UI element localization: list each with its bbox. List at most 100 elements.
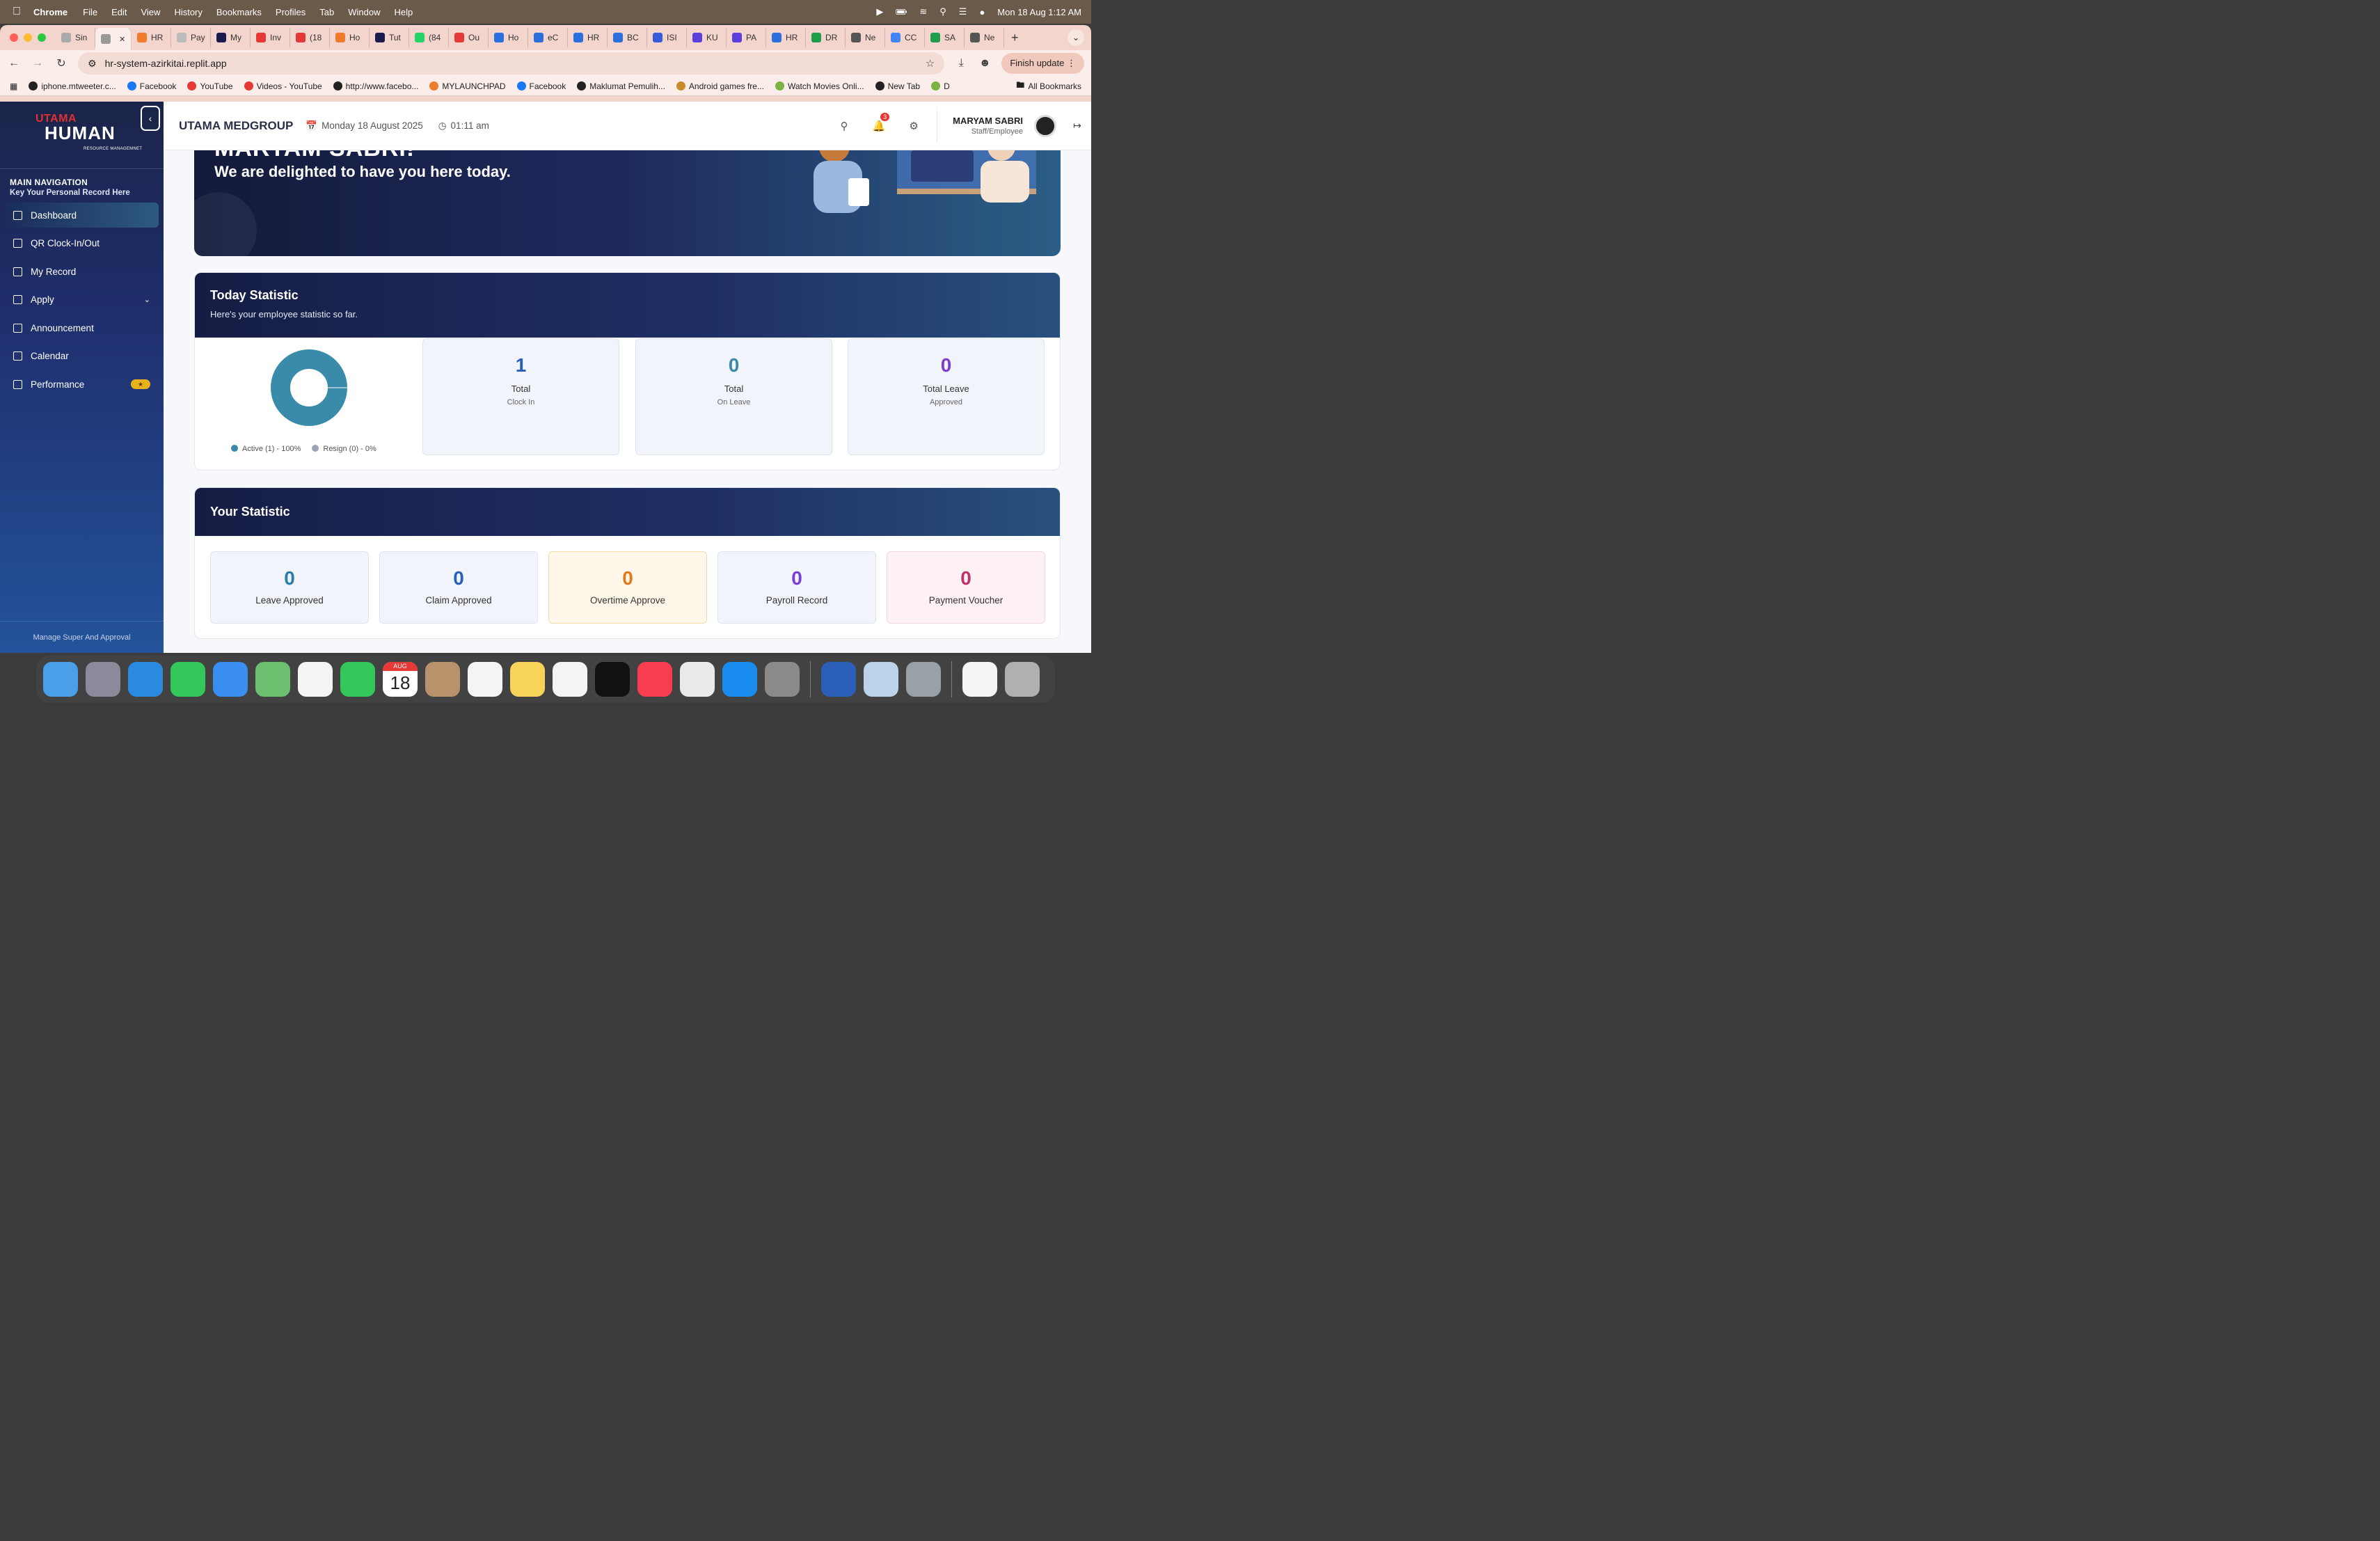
bookmark-item[interactable]: iphone.mtweeter.c... <box>29 81 116 91</box>
finish-update-button[interactable]: Finish update ⋮ <box>1001 53 1084 74</box>
trash-icon[interactable] <box>1005 662 1040 697</box>
menu-datetime[interactable]: Mon 18 Aug 1:12 AM <box>997 7 1081 17</box>
browser-tab[interactable]: Ne <box>965 28 1004 47</box>
your-stat-box[interactable]: 0 Overtime Approve <box>548 551 707 624</box>
browser-tab[interactable]: DR <box>806 28 846 47</box>
appstore-icon[interactable] <box>722 662 757 697</box>
facetime-icon[interactable] <box>340 662 375 697</box>
word-icon[interactable] <box>821 662 856 697</box>
finder-icon[interactable] <box>43 662 78 697</box>
bookmark-item[interactable]: MYLAUNCHPAD <box>429 81 506 91</box>
sidebar-item-calendar[interactable]: Calendar <box>5 344 159 369</box>
close-window-button[interactable] <box>10 33 18 42</box>
sidebar-item-my-record[interactable]: My Record <box>5 259 159 284</box>
menu-help[interactable]: Help <box>395 7 413 17</box>
bookmark-item[interactable]: New Tab <box>875 81 920 91</box>
photos-icon[interactable] <box>298 662 333 697</box>
sidebar-item-performance[interactable]: Performance ★ <box>5 372 159 397</box>
menu-profiles[interactable]: Profiles <box>276 7 306 17</box>
bookmark-item[interactable]: YouTube <box>187 81 233 91</box>
contacts-icon[interactable] <box>425 662 460 697</box>
chevron-down-icon[interactable]: ⌄ <box>144 295 150 304</box>
profile-avatar-icon[interactable]: ☻ <box>978 57 992 70</box>
menu-edit[interactable]: Edit <box>111 7 127 17</box>
bookmark-item[interactable]: D <box>931 81 950 91</box>
bookmark-item[interactable]: http://www.facebo... <box>333 81 418 91</box>
browser-tab[interactable]: Ne <box>846 28 885 47</box>
tv-icon[interactable] <box>595 662 630 697</box>
back-button[interactable]: ← <box>7 57 21 70</box>
browser-tab[interactable]: My <box>211 28 251 47</box>
sidebar-item-apply[interactable]: Apply ⌄ <box>5 287 159 313</box>
settings-icon[interactable] <box>765 662 800 697</box>
menu-app-name[interactable]: Chrome <box>33 7 68 17</box>
apps-grid-icon[interactable]: ▦ <box>10 81 17 91</box>
freeform-icon[interactable] <box>553 662 587 697</box>
browser-tab[interactable]: CC <box>885 28 925 47</box>
bookmark-item[interactable]: Facebook <box>516 81 566 91</box>
your-stat-box[interactable]: 0 Payment Voucher <box>887 551 1045 624</box>
forward-button[interactable]: → <box>31 57 45 70</box>
reload-button[interactable]: ↻ <box>54 56 68 70</box>
tab-search-chevron-icon[interactable]: ⌄ <box>1068 29 1084 46</box>
browser-tab[interactable]: HR <box>766 28 806 47</box>
notification-bell-icon[interactable]: 🔔 3 <box>862 112 896 132</box>
bookmark-item[interactable]: Facebook <box>127 81 176 91</box>
minimize-window-button[interactable] <box>24 33 32 42</box>
browser-tab[interactable]: HR <box>132 28 171 47</box>
browser-tab[interactable]: Inv <box>251 28 290 47</box>
safari-icon[interactable] <box>128 662 163 697</box>
search-icon[interactable]: ⚲ <box>827 120 862 132</box>
browser-tab[interactable]: Ho <box>330 28 370 47</box>
music-icon[interactable] <box>637 662 672 697</box>
sidebar-item-qr-clock-in-out[interactable]: QR Clock-In/Out <box>5 231 159 256</box>
logout-icon[interactable]: ↦ <box>1063 120 1091 132</box>
browser-tab[interactable]: Ou <box>449 28 489 47</box>
mail-icon[interactable] <box>213 662 248 697</box>
menu-view[interactable]: View <box>141 7 160 17</box>
menu-file[interactable]: File <box>83 7 97 17</box>
legend-item[interactable]: Resign (0) - 0% <box>312 445 376 453</box>
browser-tab[interactable]: HR <box>568 28 608 47</box>
browser-tab[interactable]: BC <box>608 28 647 47</box>
browser-tab[interactable]: ISI <box>647 28 687 47</box>
screen-record-icon[interactable]: ▶ <box>876 6 883 17</box>
user-menu[interactable]: MARYAM SABRI Staff/Employee <box>937 109 1063 142</box>
bookmark-item[interactable]: Maklumat Pemulih... <box>577 81 665 91</box>
reminders-icon[interactable] <box>468 662 502 697</box>
menu-history[interactable]: History <box>174 7 202 17</box>
control-center-icon[interactable]: ☰ <box>959 6 967 17</box>
siri-icon[interactable]: ● <box>979 7 985 17</box>
apple-menu-icon[interactable]:  <box>0 6 33 18</box>
launchpad-icon[interactable] <box>86 662 120 697</box>
browser-tab[interactable]: Sin <box>56 28 95 47</box>
browser-tab[interactable]: eC <box>528 28 568 47</box>
maps-icon[interactable] <box>255 662 290 697</box>
browser-tab[interactable]: ✕ <box>95 28 132 50</box>
browser-tab[interactable]: SA <box>925 28 965 47</box>
legend-item[interactable]: Active (1) - 100% <box>231 445 301 453</box>
messages-icon[interactable] <box>170 662 205 697</box>
iphone-mirroring-icon[interactable] <box>906 662 941 697</box>
your-stat-box[interactable]: 0 Claim Approved <box>379 551 538 624</box>
avatar[interactable] <box>1034 114 1056 137</box>
menu-bookmarks[interactable]: Bookmarks <box>216 7 262 17</box>
collapse-sidebar-button[interactable]: ‹ <box>141 106 160 131</box>
downloads-icon[interactable]: ⤓ <box>954 57 968 70</box>
browser-tab[interactable]: Ho <box>489 28 528 47</box>
browser-tab[interactable]: Tut <box>370 28 409 47</box>
all-bookmarks-button[interactable]: 🖿 All Bookmarks <box>1016 79 1081 93</box>
battery-icon[interactable] <box>896 7 907 17</box>
app-logo[interactable]: UTAMA HUMAN RESOURCE MANAGEMNET ‹ <box>0 102 164 168</box>
preview-icon[interactable] <box>864 662 898 697</box>
browser-tab[interactable]: Pay <box>171 28 211 47</box>
address-bar[interactable]: ⚙ hr-system-azirkitai.replit.app ☆ <box>78 52 945 74</box>
chrome-icon[interactable] <box>680 662 715 697</box>
wifi-icon[interactable]: ≋ <box>919 6 927 17</box>
maximize-window-button[interactable] <box>38 33 46 42</box>
browser-tab[interactable]: (84 <box>409 28 449 47</box>
calendar-app-icon[interactable]: AUG 18 <box>383 662 418 697</box>
menu-window[interactable]: Window <box>348 7 380 17</box>
settings-gear-icon[interactable]: ⚙ <box>896 120 931 132</box>
notes-icon[interactable] <box>510 662 545 697</box>
